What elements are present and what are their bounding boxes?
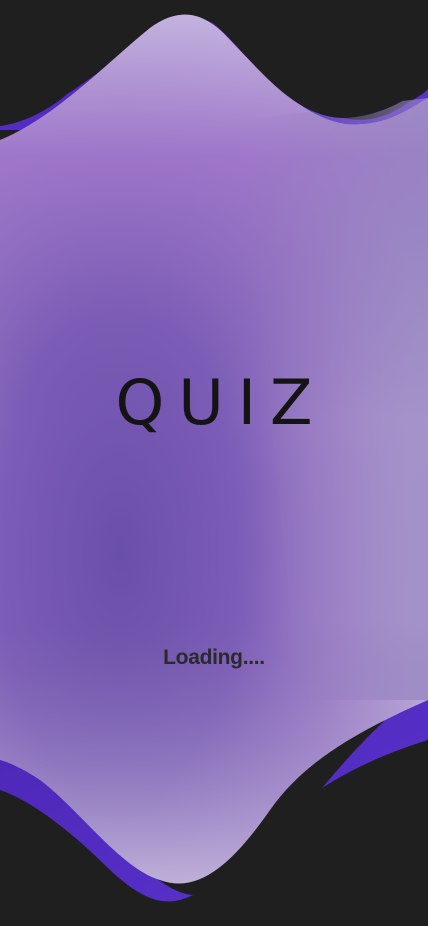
wave-background	[0, 0, 428, 926]
quiz-logo: QUIZ	[0, 372, 428, 444]
logo-text: QUIZ	[115, 366, 327, 439]
splash-screen: QUIZ Loading....	[0, 0, 428, 926]
loading-text: Loading....	[163, 646, 265, 669]
